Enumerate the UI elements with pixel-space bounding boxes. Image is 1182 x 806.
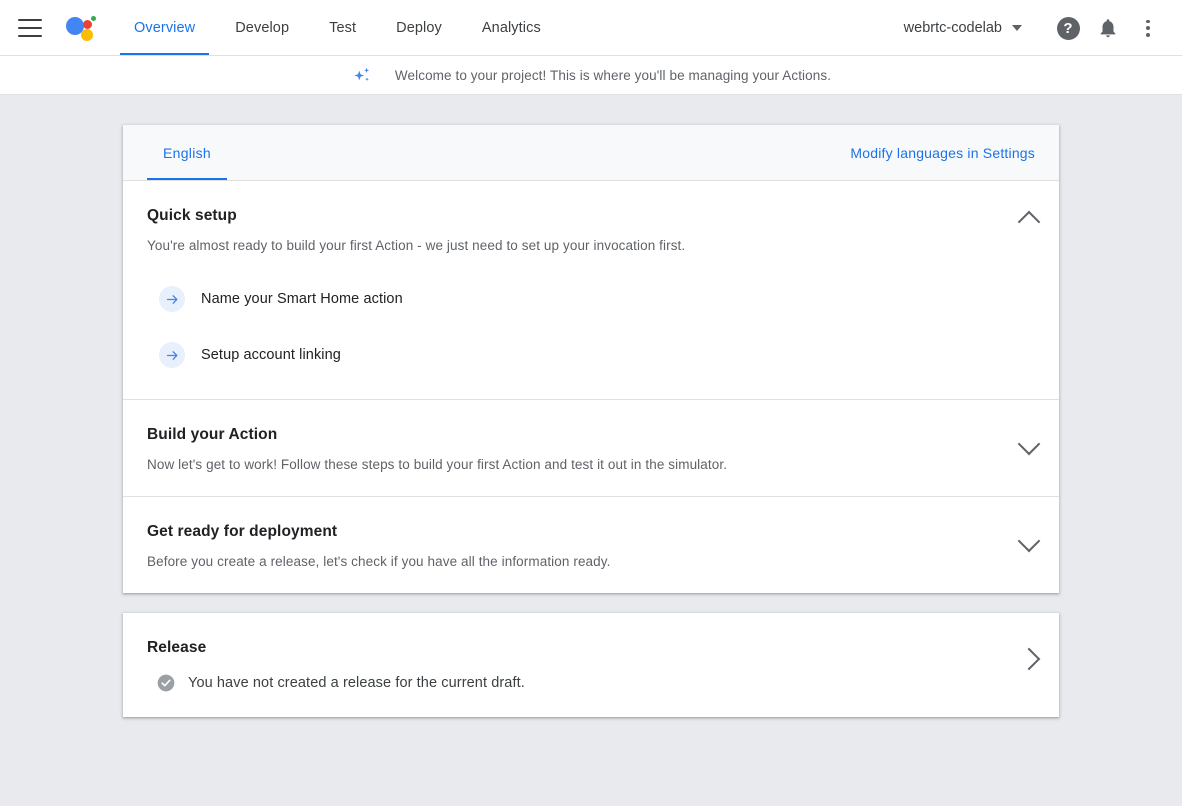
task-label: Name your Smart Home action bbox=[201, 291, 403, 307]
section-release: Release You have not created a release f… bbox=[123, 613, 1059, 717]
nav-item-deploy[interactable]: Deploy bbox=[376, 0, 462, 56]
nav-item-overview[interactable]: Overview bbox=[114, 0, 215, 56]
help-button[interactable]: ? bbox=[1048, 8, 1088, 48]
arrow-right-icon bbox=[159, 342, 185, 368]
section-title: Get ready for deployment bbox=[147, 523, 1035, 541]
section-subtitle: You're almost ready to build your first … bbox=[147, 238, 1035, 253]
logo-dot-red bbox=[83, 20, 92, 29]
task-label: Setup account linking bbox=[201, 347, 341, 363]
menu-dot bbox=[1146, 33, 1150, 37]
help-glyph: ? bbox=[1063, 21, 1072, 36]
hamburger-bar bbox=[18, 19, 42, 21]
language-tab-bar: English Modify languages in Settings bbox=[123, 125, 1059, 181]
section-quick-setup: Quick setup You're almost ready to build… bbox=[123, 181, 1059, 399]
section-title: Quick setup bbox=[147, 207, 1035, 225]
hamburger-menu-icon[interactable] bbox=[12, 13, 48, 43]
nav-item-label: Develop bbox=[235, 20, 289, 36]
page-title: Release bbox=[147, 639, 1035, 657]
welcome-banner: Welcome to your project! This is where y… bbox=[0, 56, 1182, 95]
main-navigation: Overview Develop Test Deploy Analytics bbox=[114, 0, 561, 56]
app-bar-actions: webrtc-codelab ? bbox=[904, 8, 1182, 48]
tab-label: English bbox=[163, 145, 211, 161]
modify-languages-link[interactable]: Modify languages in Settings bbox=[850, 145, 1035, 161]
nav-item-label: Analytics bbox=[482, 20, 541, 36]
project-name: webrtc-codelab bbox=[904, 20, 1002, 36]
section-get-ready-for-deployment[interactable]: Get ready for deployment Before you crea… bbox=[123, 496, 1059, 593]
nav-item-label: Overview bbox=[134, 20, 195, 36]
tab-english[interactable]: English bbox=[147, 125, 227, 181]
nav-item-develop[interactable]: Develop bbox=[215, 0, 309, 56]
nav-item-analytics[interactable]: Analytics bbox=[462, 0, 561, 56]
help-icon: ? bbox=[1057, 17, 1080, 40]
main-content: English Modify languages in Settings Qui… bbox=[0, 95, 1182, 717]
notifications-button[interactable] bbox=[1088, 8, 1128, 48]
check-circle-icon bbox=[156, 673, 176, 693]
arrow-right-icon bbox=[159, 286, 185, 312]
section-title: Build your Action bbox=[147, 426, 1035, 444]
nav-item-label: Test bbox=[329, 20, 356, 36]
nav-item-label: Deploy bbox=[396, 20, 442, 36]
menu-dot bbox=[1146, 20, 1150, 24]
task-setup-account-linking[interactable]: Setup account linking bbox=[147, 335, 1035, 375]
more-vert-icon bbox=[1146, 18, 1150, 38]
top-app-bar: Overview Develop Test Deploy Analytics w… bbox=[0, 0, 1182, 56]
welcome-message: Welcome to your project! This is where y… bbox=[395, 68, 831, 83]
nav-item-test[interactable]: Test bbox=[309, 0, 376, 56]
logo-dot-yellow bbox=[81, 29, 93, 41]
project-selector[interactable]: webrtc-codelab bbox=[904, 20, 1022, 36]
task-name-smart-home-action[interactable]: Name your Smart Home action bbox=[147, 279, 1035, 319]
quick-setup-task-list: Name your Smart Home action Setup accoun… bbox=[147, 279, 1035, 375]
section-subtitle: Now let's get to work! Follow these step… bbox=[147, 457, 1035, 472]
bell-icon bbox=[1097, 17, 1119, 39]
chevron-down-icon bbox=[1012, 25, 1022, 31]
hamburger-bar bbox=[18, 35, 42, 37]
release-status-text: You have not created a release for the c… bbox=[188, 675, 525, 691]
logo-dot-green bbox=[91, 16, 96, 21]
sparkle-icon bbox=[351, 65, 373, 87]
overflow-menu-button[interactable] bbox=[1128, 8, 1168, 48]
menu-dot bbox=[1146, 26, 1150, 30]
setup-card: English Modify languages in Settings Qui… bbox=[123, 125, 1059, 593]
google-assistant-logo-icon bbox=[66, 13, 100, 43]
release-card[interactable]: Release You have not created a release f… bbox=[123, 613, 1059, 717]
section-subtitle: Before you create a release, let's check… bbox=[147, 554, 1035, 569]
section-build-your-action[interactable]: Build your Action Now let's get to work!… bbox=[123, 399, 1059, 496]
release-status-row: You have not created a release for the c… bbox=[147, 673, 1035, 693]
hamburger-bar bbox=[18, 27, 42, 29]
